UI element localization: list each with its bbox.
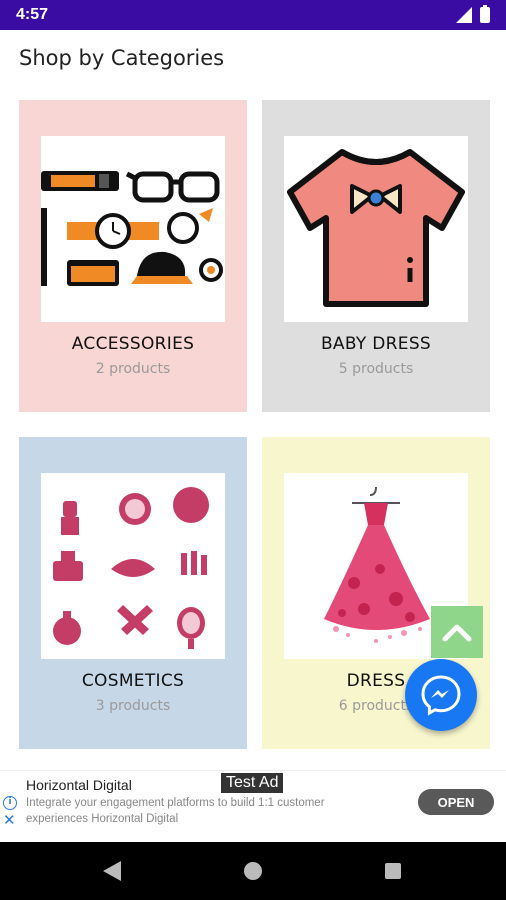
recent-apps-icon[interactable] bbox=[385, 863, 401, 879]
battery-icon bbox=[480, 5, 490, 23]
ad-title: Horizontal Digital bbox=[26, 777, 132, 793]
back-icon[interactable] bbox=[103, 861, 121, 881]
category-count: 2 products bbox=[95, 361, 171, 377]
ad-open-button[interactable]: OPEN bbox=[418, 789, 494, 815]
close-icon[interactable]: ✕ bbox=[3, 813, 16, 828]
info-icon[interactable]: i bbox=[3, 796, 17, 810]
messenger-icon bbox=[421, 675, 461, 716]
test-ad-label: Test Ad bbox=[221, 773, 284, 793]
category-name: COSMETICS bbox=[81, 671, 185, 691]
category-card-cosmetics[interactable]: COSMETICS 3 products bbox=[19, 437, 247, 749]
status-bar: 4:57 bbox=[0, 0, 506, 30]
home-icon[interactable] bbox=[244, 862, 262, 880]
accessories-icon bbox=[41, 136, 225, 322]
baby-dress-icon bbox=[284, 136, 468, 322]
signal-icon bbox=[456, 7, 472, 23]
chevron-up-icon bbox=[442, 624, 472, 642]
category-count: 3 products bbox=[95, 698, 171, 714]
cosmetics-icon bbox=[41, 473, 225, 659]
scroll-to-top-button[interactable] bbox=[431, 606, 483, 658]
category-name: ACCESSORIES bbox=[71, 334, 195, 354]
category-count: 5 products bbox=[338, 361, 414, 377]
category-card-accessories[interactable]: ACCESSORIES 2 products bbox=[19, 100, 247, 412]
messenger-chat-button[interactable] bbox=[405, 659, 477, 731]
page-title: Shop by Categories bbox=[19, 46, 225, 70]
ad-banner[interactable]: Horizontal Digital Test Ad i ✕ Integrate… bbox=[0, 770, 506, 832]
status-time: 4:57 bbox=[16, 6, 49, 23]
system-nav-bar bbox=[0, 842, 506, 900]
ad-description: Integrate your engagement platforms to b… bbox=[26, 797, 325, 825]
category-card-baby-dress[interactable]: BABY DRESS 5 products bbox=[262, 100, 490, 412]
category-name: BABY DRESS bbox=[320, 334, 432, 354]
